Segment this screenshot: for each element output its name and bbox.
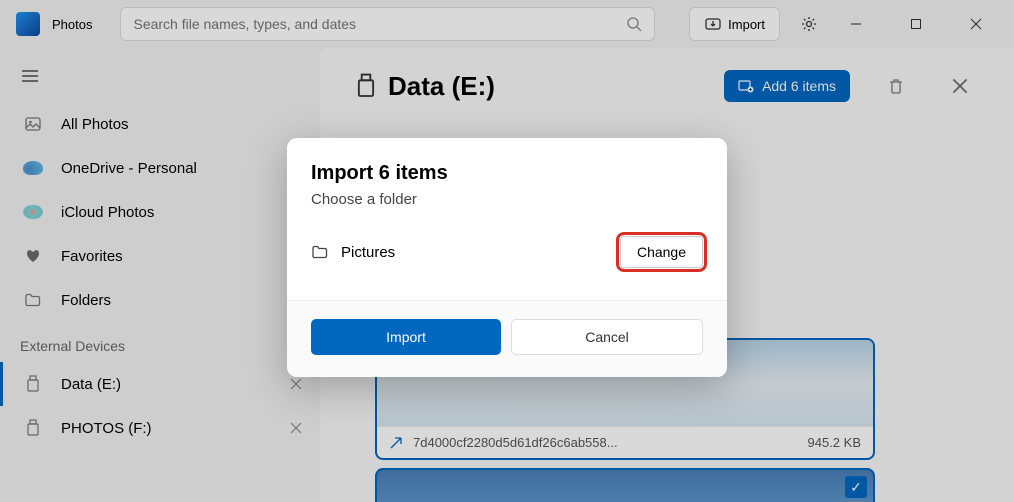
folder-icon bbox=[311, 243, 329, 261]
import-dialog: Import 6 items Choose a folder Pictures … bbox=[287, 138, 727, 377]
dialog-subtitle: Choose a folder bbox=[311, 191, 703, 208]
folder-name: Pictures bbox=[341, 244, 608, 261]
change-button[interactable]: Change bbox=[620, 236, 703, 268]
dialog-title: Import 6 items bbox=[311, 162, 703, 185]
import-confirm-button[interactable]: Import bbox=[311, 319, 501, 355]
cancel-button[interactable]: Cancel bbox=[511, 319, 703, 355]
modal-overlay: Import 6 items Choose a folder Pictures … bbox=[0, 0, 1014, 502]
folder-row: Pictures Change bbox=[311, 236, 703, 268]
dialog-footer: Import Cancel bbox=[287, 300, 727, 377]
